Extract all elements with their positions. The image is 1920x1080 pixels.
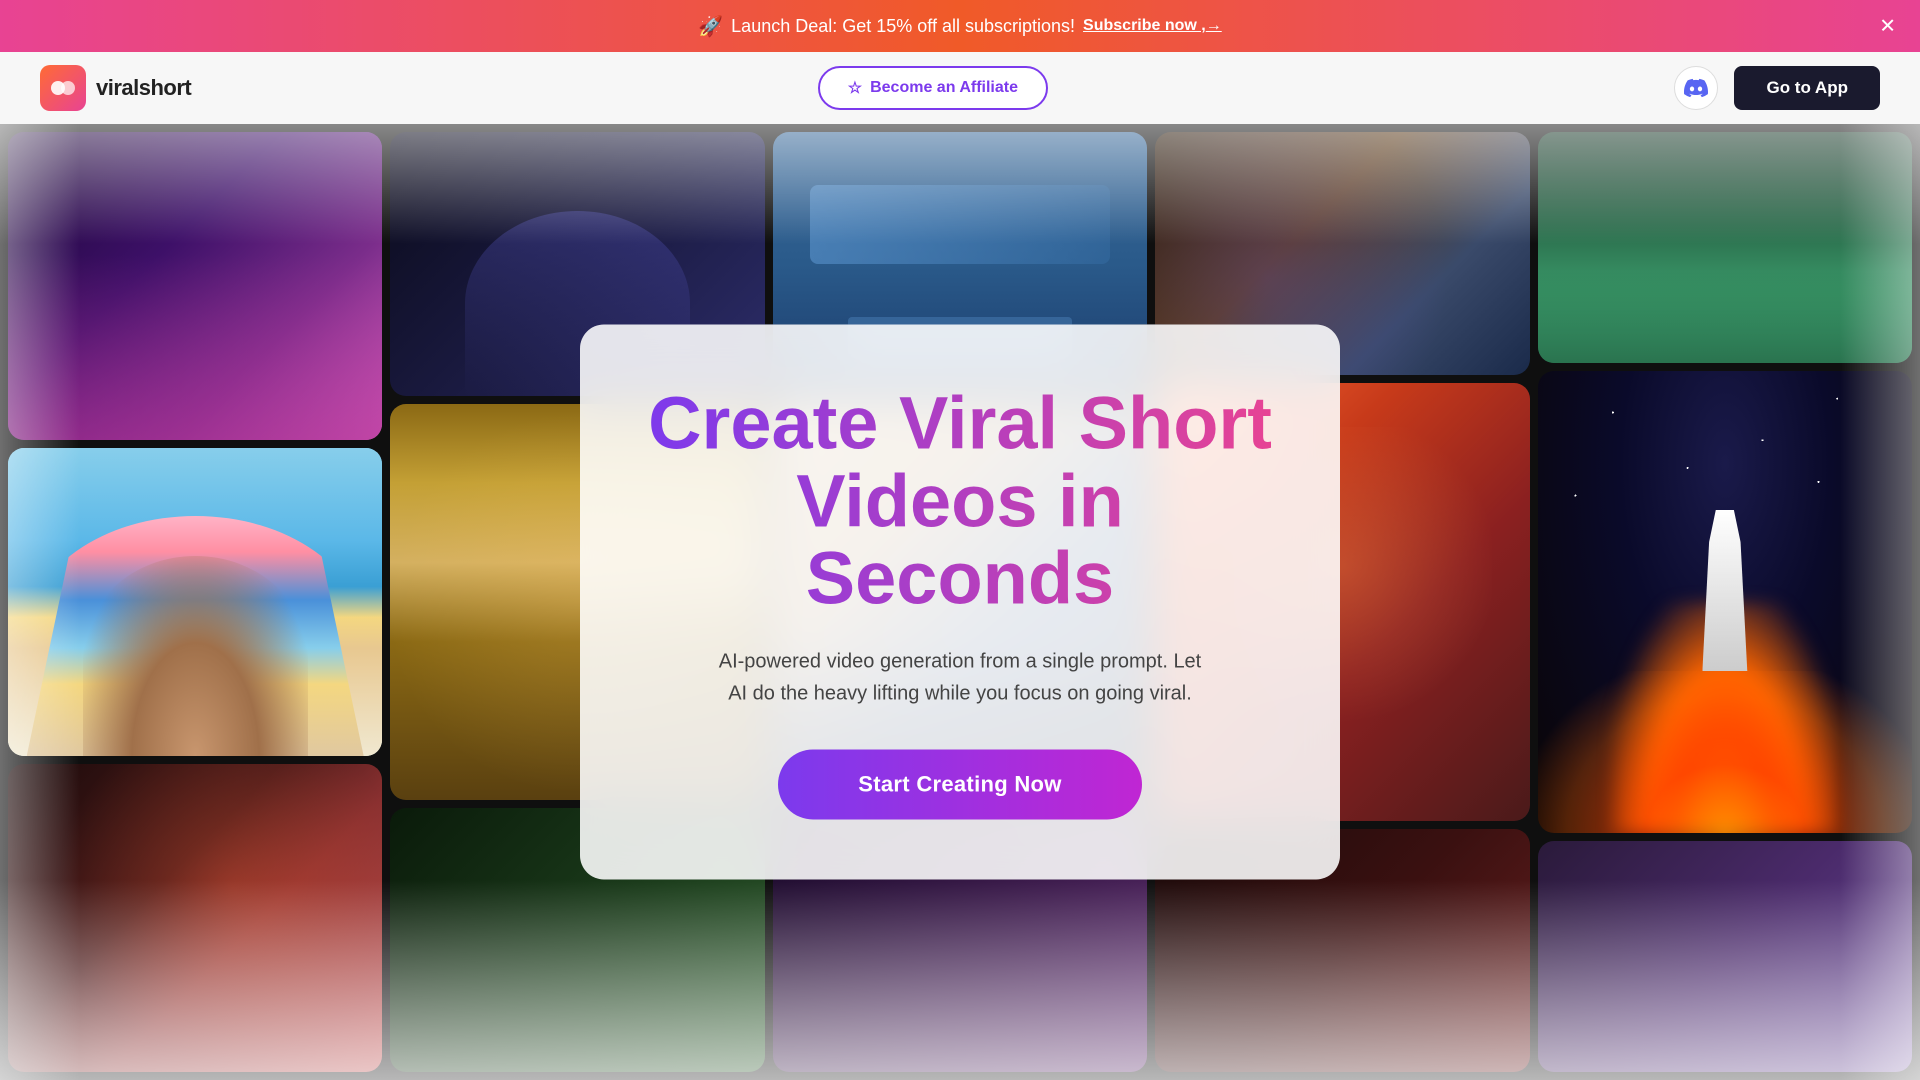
discord-button[interactable] xyxy=(1674,66,1718,110)
star-icon: ☆ xyxy=(848,78,862,98)
hero-card: Create Viral Short Videos in Seconds AI-… xyxy=(580,324,1340,879)
video-tile-5-2 xyxy=(1538,371,1912,833)
video-tile-1-3 xyxy=(8,764,382,1072)
go-to-app-button[interactable]: Go to App xyxy=(1734,66,1880,110)
banner-close-button[interactable]: ✕ xyxy=(1879,14,1896,39)
video-tile-5-3 xyxy=(1538,841,1912,1072)
rocket-icon: 🚀 xyxy=(698,14,723,39)
video-col-1 xyxy=(8,132,382,1072)
nav-center: ☆ Become an Affiliate xyxy=(818,66,1048,110)
banner-text: Launch Deal: Get 15% off all subscriptio… xyxy=(731,16,1075,37)
video-tile-5-1 xyxy=(1538,132,1912,363)
nav-right: Go to App xyxy=(1674,66,1880,110)
video-col-5 xyxy=(1538,132,1912,1072)
affiliate-button[interactable]: ☆ Become an Affiliate xyxy=(818,66,1048,110)
video-tile-1-1 xyxy=(8,132,382,440)
main-content: Create Viral Short Videos in Seconds AI-… xyxy=(0,124,1920,1080)
hero-subtitle: AI-powered video generation from a singl… xyxy=(710,646,1210,710)
hero-title: Create Viral Short Videos in Seconds xyxy=(640,384,1280,617)
logo[interactable]: viralshort xyxy=(40,65,191,111)
logo-text: viralshort xyxy=(96,75,191,101)
subscribe-link[interactable]: Subscribe now ,→ xyxy=(1083,17,1222,35)
promo-banner: 🚀 Launch Deal: Get 15% off all subscript… xyxy=(0,0,1920,52)
logo-icon xyxy=(40,65,86,111)
navbar: viralshort ☆ Become an Affiliate Go to A… xyxy=(0,52,1920,124)
video-tile-1-2 xyxy=(8,448,382,756)
start-creating-button[interactable]: Start Creating Now xyxy=(778,750,1141,820)
